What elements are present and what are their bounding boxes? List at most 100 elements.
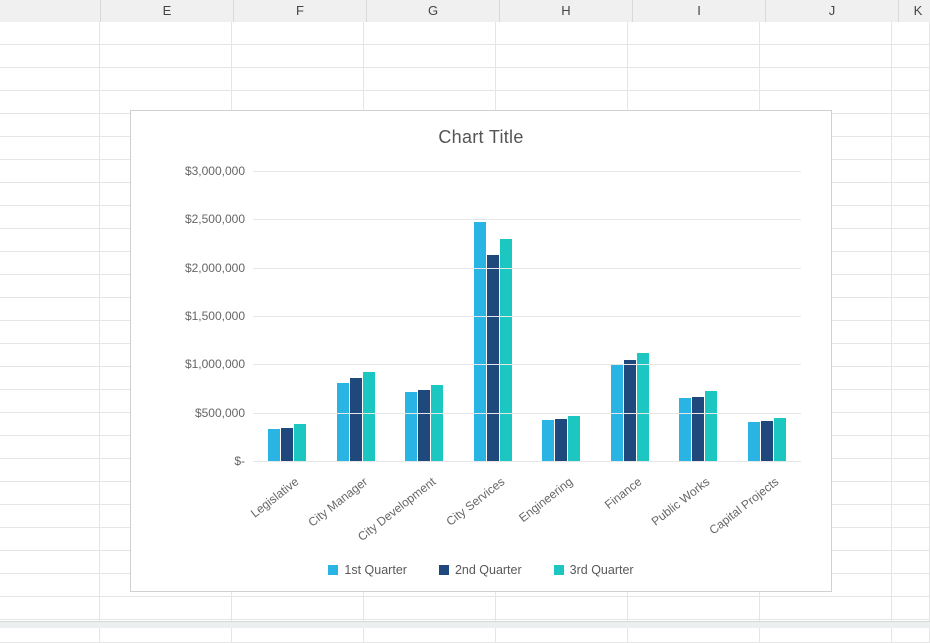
grid-row (0, 597, 930, 620)
grid-cell[interactable] (760, 45, 892, 67)
grid-cell[interactable] (232, 68, 364, 90)
grid-cell[interactable] (0, 22, 100, 44)
grid-cell[interactable] (892, 252, 930, 274)
grid-cell[interactable] (892, 114, 930, 136)
grid-cell[interactable] (892, 160, 930, 182)
grid-cell[interactable] (364, 22, 496, 44)
embedded-chart[interactable]: Chart Title $-$500,000$1,000,000$1,500,0… (130, 110, 832, 592)
sheet-bottom-edge (0, 621, 930, 628)
grid-cell[interactable] (892, 45, 930, 67)
column-header[interactable]: H (500, 0, 633, 22)
grid-cell[interactable] (892, 321, 930, 343)
grid-cell[interactable] (232, 597, 364, 619)
grid-cell[interactable] (100, 597, 232, 619)
chart-bar (281, 428, 293, 461)
grid-cell[interactable] (892, 344, 930, 366)
grid-cell[interactable] (892, 551, 930, 573)
grid-cell[interactable] (496, 45, 628, 67)
grid-cell[interactable] (0, 160, 100, 182)
grid-cell[interactable] (760, 22, 892, 44)
grid-cell[interactable] (0, 183, 100, 205)
grid-cell[interactable] (0, 91, 100, 113)
y-axis-tick-label: $1,000,000 (153, 357, 253, 371)
grid-row (0, 45, 930, 68)
chart-bar (500, 239, 512, 461)
grid-cell[interactable] (0, 137, 100, 159)
grid-cell[interactable] (0, 45, 100, 67)
column-header[interactable]: G (367, 0, 500, 22)
grid-cell[interactable] (496, 68, 628, 90)
grid-cell[interactable] (892, 91, 930, 113)
column-header[interactable]: I (633, 0, 766, 22)
grid-cell[interactable] (0, 528, 100, 550)
y-axis-tick-label: $3,000,000 (153, 164, 253, 178)
grid-cell[interactable] (0, 114, 100, 136)
grid-cell[interactable] (0, 367, 100, 389)
grid-cell[interactable] (892, 574, 930, 596)
grid-cell[interactable] (892, 68, 930, 90)
column-header[interactable] (0, 0, 101, 22)
grid-cell[interactable] (892, 367, 930, 389)
grid-cell[interactable] (232, 45, 364, 67)
grid-cell[interactable] (0, 551, 100, 573)
column-header[interactable]: J (766, 0, 899, 22)
grid-cell[interactable] (892, 229, 930, 251)
grid-cell[interactable] (892, 459, 930, 481)
grid-cell[interactable] (628, 68, 760, 90)
column-headers: EFGHIJK (0, 0, 930, 23)
chart-bar (350, 378, 362, 461)
grid-cell[interactable] (0, 505, 100, 527)
grid-cell[interactable] (496, 597, 628, 619)
grid-cell[interactable] (760, 597, 892, 619)
grid-cell[interactable] (760, 68, 892, 90)
chart-bar (487, 255, 499, 461)
grid-cell[interactable] (892, 436, 930, 458)
grid-cell[interactable] (0, 229, 100, 251)
grid-cell[interactable] (892, 22, 930, 44)
grid-cell[interactable] (892, 597, 930, 619)
chart-bar (637, 353, 649, 461)
grid-cell[interactable] (0, 298, 100, 320)
grid-cell[interactable] (892, 298, 930, 320)
grid-cell[interactable] (100, 45, 232, 67)
grid-cell[interactable] (364, 45, 496, 67)
grid-cell[interactable] (0, 413, 100, 435)
grid-cell[interactable] (0, 321, 100, 343)
spreadsheet-surface[interactable]: EFGHIJK Chart Title $-$500,000$1,000,000… (0, 0, 930, 628)
grid-cell[interactable] (892, 137, 930, 159)
grid-cell[interactable] (0, 206, 100, 228)
grid-cell[interactable] (0, 252, 100, 274)
grid-cell[interactable] (496, 22, 628, 44)
y-axis-tick-label: $1,500,000 (153, 309, 253, 323)
grid-cell[interactable] (892, 413, 930, 435)
grid-cell[interactable] (232, 22, 364, 44)
grid-cell[interactable] (0, 459, 100, 481)
grid-cell[interactable] (892, 275, 930, 297)
grid-cell[interactable] (0, 390, 100, 412)
grid-cell[interactable] (0, 436, 100, 458)
grid-cell[interactable] (0, 574, 100, 596)
grid-cell[interactable] (0, 597, 100, 619)
grid-cell[interactable] (892, 183, 930, 205)
column-header[interactable]: K (899, 0, 930, 22)
grid-cell[interactable] (0, 482, 100, 504)
grid-cell[interactable] (628, 597, 760, 619)
column-header[interactable]: F (234, 0, 367, 22)
y-axis-tick-label: $500,000 (153, 406, 253, 420)
grid-cell[interactable] (364, 68, 496, 90)
grid-cell[interactable] (0, 68, 100, 90)
grid-cell[interactable] (892, 390, 930, 412)
legend-swatch (554, 565, 564, 575)
grid-cell[interactable] (100, 22, 232, 44)
grid-cell[interactable] (100, 68, 232, 90)
grid-cell[interactable] (0, 275, 100, 297)
grid-cell[interactable] (0, 344, 100, 366)
grid-cell[interactable] (892, 206, 930, 228)
grid-cell[interactable] (892, 482, 930, 504)
grid-cell[interactable] (628, 22, 760, 44)
grid-cell[interactable] (364, 597, 496, 619)
grid-cell[interactable] (892, 505, 930, 527)
grid-cell[interactable] (892, 528, 930, 550)
grid-cell[interactable] (628, 45, 760, 67)
column-header[interactable]: E (101, 0, 234, 22)
